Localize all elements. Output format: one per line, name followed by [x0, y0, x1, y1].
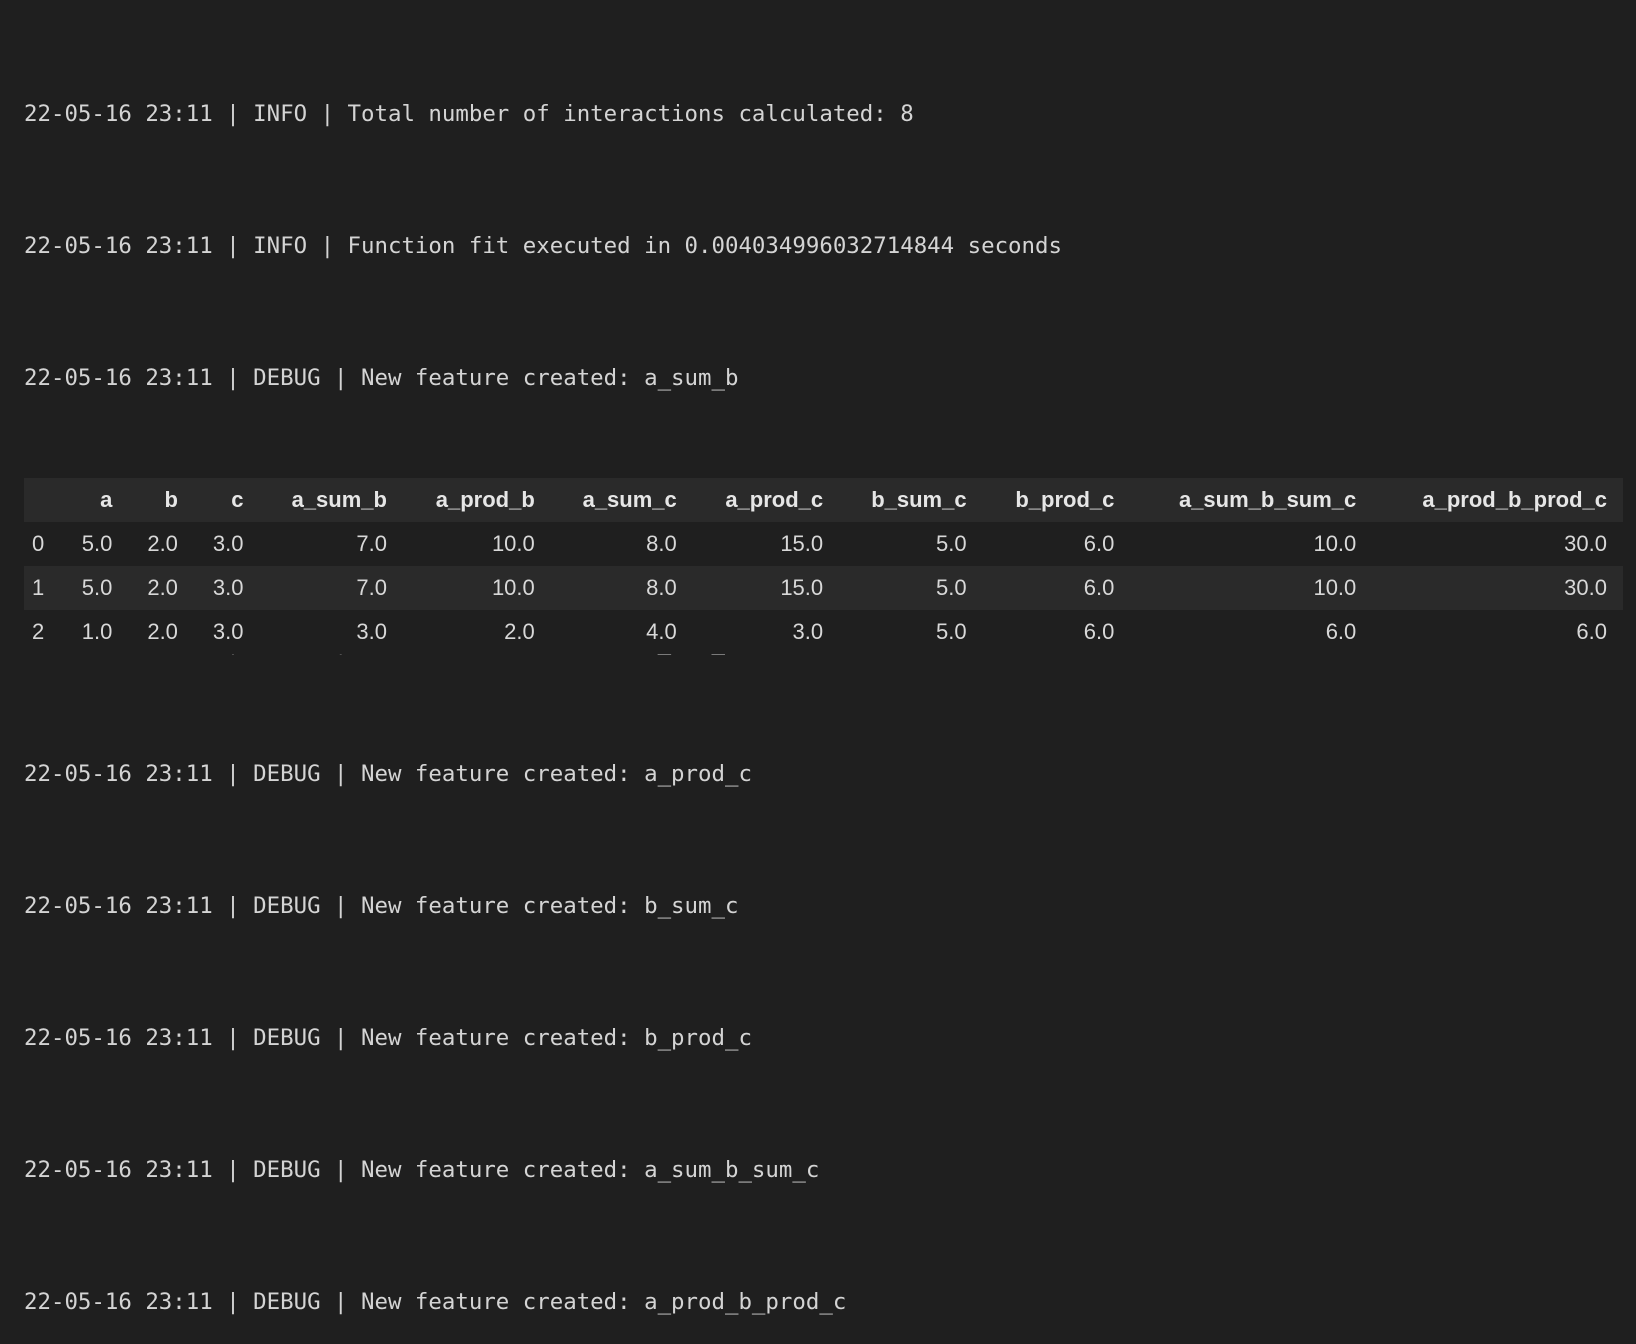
table-cell: 4.0 — [646, 619, 677, 644]
table-cell: 3.0 — [212, 575, 244, 600]
column-header-a-prod-b-prod-c: a_prod_b_prod_c — [1422, 487, 1607, 512]
table-cell: 30.0 — [1564, 575, 1607, 600]
table-row: 1 5.0 2.0 3.0 7.0 10.0 8.0 15.0 5.0 6.0 … — [24, 566, 1623, 610]
table-cell: 15.0 — [780, 575, 824, 600]
table-cell: 30.0 — [1564, 531, 1607, 556]
table-cell: 5.0 — [81, 575, 113, 600]
table-cell: 3.0 — [356, 619, 387, 644]
log-line: 22-05-16 23:11 | INFO | Function fit exe… — [24, 233, 1062, 259]
column-header-c: c — [231, 487, 244, 512]
table-header: a b c a_sum_b a_prod_b a_sum_c a_prod_c … — [24, 478, 1623, 522]
table-cell: 10.0 — [491, 575, 535, 600]
log-line: 22-05-16 23:11 | DEBUG | New feature cre… — [24, 893, 739, 919]
column-header-b-prod-c: b_prod_c — [1015, 487, 1115, 512]
table-cell: 5.0 — [81, 531, 113, 556]
table-cell: 2.0 — [147, 531, 178, 556]
table-body: 0 5.0 2.0 3.0 7.0 10.0 8.0 15.0 5.0 6.0 … — [24, 522, 1623, 654]
column-header-b-sum-c: b_sum_c — [871, 487, 967, 512]
column-header-b: b — [164, 487, 178, 512]
log-line: 22-05-16 23:11 | DEBUG | New feature cre… — [24, 1157, 820, 1183]
table-cell: 6.0 — [1083, 531, 1115, 556]
table-cell: 3.0 — [212, 531, 244, 556]
table-cell: 2.0 — [147, 575, 178, 600]
table-cell: 5.0 — [935, 575, 967, 600]
index-header — [24, 478, 63, 522]
row-index: 2 — [32, 619, 45, 644]
log-line: 22-05-16 23:11 | INFO | Total number of … — [24, 101, 914, 127]
table-cell: 8.0 — [646, 531, 677, 556]
table-cell: 6.0 — [1325, 619, 1357, 644]
table-cell: 2.0 — [147, 619, 178, 644]
table-cell: 8.0 — [646, 575, 677, 600]
table-header-row: a b c a_sum_b a_prod_b a_sum_c a_prod_c … — [24, 478, 1623, 522]
table-cell: 1.0 — [81, 619, 113, 644]
column-header-a-sum-c: a_sum_c — [582, 487, 677, 512]
row-index: 1 — [32, 575, 45, 600]
table-cell: 15.0 — [780, 531, 824, 556]
table-cell: 10.0 — [1313, 531, 1357, 556]
table-row: 2 1.0 2.0 3.0 3.0 2.0 4.0 3.0 5.0 6.0 6.… — [24, 610, 1623, 654]
table-cell: 6.0 — [1083, 619, 1115, 644]
column-header-a-prod-b: a_prod_b — [435, 487, 535, 512]
dataframe-table: a b c a_sum_b a_prod_b a_sum_c a_prod_c … — [24, 478, 1623, 654]
log-line: 22-05-16 23:11 | DEBUG | New feature cre… — [24, 1025, 752, 1051]
table-cell: 5.0 — [935, 531, 967, 556]
table-cell: 10.0 — [1313, 575, 1357, 600]
table-cell: 2.0 — [504, 619, 535, 644]
column-header-a-prod-c: a_prod_c — [725, 487, 824, 512]
log-line: 22-05-16 23:11 | DEBUG | New feature cre… — [24, 761, 752, 787]
table-cell: 10.0 — [491, 531, 535, 556]
table-cell: 3.0 — [212, 619, 244, 644]
log-line: 22-05-16 23:11 | DEBUG | New feature cre… — [24, 365, 739, 391]
column-header-a-sum-b-sum-c: a_sum_b_sum_c — [1178, 487, 1357, 512]
table-cell: 3.0 — [792, 619, 824, 644]
column-header-a: a — [100, 487, 113, 512]
row-index: 0 — [32, 531, 45, 556]
table-cell: 7.0 — [356, 531, 387, 556]
table-row: 0 5.0 2.0 3.0 7.0 10.0 8.0 15.0 5.0 6.0 … — [24, 522, 1623, 566]
table-cell: 6.0 — [1083, 575, 1115, 600]
column-header-a-sum-b: a_sum_b — [291, 487, 387, 512]
table-cell: 7.0 — [356, 575, 387, 600]
table-cell: 6.0 — [1576, 619, 1607, 644]
log-line: 22-05-16 23:11 | DEBUG | New feature cre… — [24, 1289, 847, 1315]
log-output: 22-05-16 23:11 | INFO | Total number of … — [24, 4, 1062, 1344]
table-cell: 5.0 — [935, 619, 967, 644]
